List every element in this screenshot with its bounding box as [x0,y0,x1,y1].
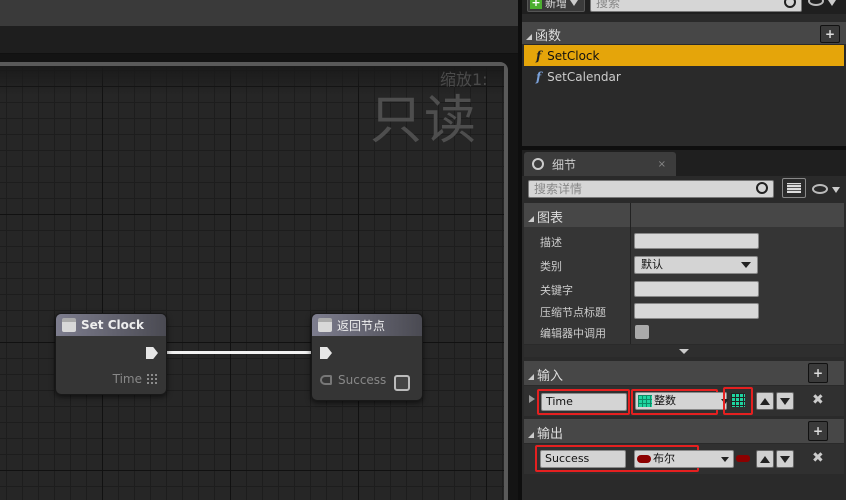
grid-icon [146,373,158,385]
details-search-input[interactable]: 搜索详情 [528,180,774,198]
remove-output-icon[interactable]: ✖ [812,450,824,466]
add-input-button[interactable]: + [808,363,828,383]
exec-out-pin[interactable] [146,347,158,359]
grid-view-button[interactable] [782,178,806,198]
category-value: 默认 [641,258,663,271]
new-button-label: 新增 [545,0,567,10]
output-name-field[interactable]: Success [540,450,626,468]
search-input[interactable]: 搜索 [590,0,802,12]
chevron-down-icon [741,262,751,268]
node-return[interactable]: 返回节点 Success [311,313,423,401]
call-in-editor-checkbox[interactable] [635,325,649,339]
chevron-down-icon[interactable] [828,0,836,6]
inputs-section-label: 输入 [537,369,564,384]
add-function-button[interactable]: + [820,25,840,43]
success-pin-label: Success [338,373,387,387]
side-panel: + 新增 搜索 函数 + f SetClock f SetCalendar 细节… [522,0,846,500]
collapse-arrow-icon [528,432,534,438]
prop-compact-title-label: 压缩节点标题 [540,306,606,319]
graph-section-label: 图表 [537,211,564,226]
magnifier-icon[interactable] [756,182,768,194]
array-grid-icon[interactable] [731,393,745,407]
tab-details-label: 细节 [552,157,577,172]
graph-toolbar [0,0,518,26]
node-set-clock-title: Set Clock [81,318,144,332]
success-checkbox[interactable] [394,375,410,391]
functions-header[interactable]: 函数 [522,22,846,44]
readonly-watermark: 只读 [370,91,479,151]
node-return-title: 返回节点 [337,318,386,333]
input-type-dropdown[interactable]: 整数 [635,392,727,410]
chevron-down-icon[interactable] [832,187,840,193]
function-item-setclock[interactable]: f SetClock [524,45,844,66]
add-output-button[interactable]: + [808,421,828,441]
remove-input-icon[interactable]: ✖ [812,392,824,408]
output-type-label: 布尔 [653,452,675,465]
graph-section-header[interactable]: 图表 [524,203,844,227]
outputs-section-header[interactable]: 输出 [524,419,844,443]
category-dropdown[interactable]: 默认 [634,256,758,274]
time-pin-row: Time [113,372,158,386]
description-field[interactable] [634,233,759,249]
function-item-label: SetClock [547,48,600,63]
function-node-icon [318,318,332,332]
move-down-button[interactable] [776,450,794,468]
chevron-down-icon [570,0,578,6]
up-arrow-icon [760,397,770,405]
collapse-arrow-icon [528,374,534,380]
bool-container-icon[interactable] [736,455,750,462]
move-up-button[interactable] [756,450,774,468]
graph-canvas[interactable]: 缩放1: 只读 [0,62,508,500]
expand-arrow-icon [679,348,689,354]
prop-category-label: 类别 [540,260,562,273]
props-divider [630,203,631,344]
down-arrow-icon [780,455,790,463]
functions-header-label: 函数 [535,29,562,44]
function-item-label: SetCalendar [547,69,621,84]
move-up-button[interactable] [756,392,774,410]
int-type-icon [638,395,652,407]
outputs-section-label: 输出 [537,427,564,442]
exec-in-pin[interactable] [320,347,332,359]
move-down-button[interactable] [776,392,794,410]
panel-separator[interactable] [522,146,846,150]
function-item-setcalendar[interactable]: f SetCalendar [524,66,844,87]
bool-type-icon [637,455,651,463]
plus-icon: + [530,0,542,9]
inputs-section-header[interactable]: 输入 [524,361,844,385]
details-icon [532,158,544,170]
input-type-label: 整数 [654,394,676,407]
advanced-expand-button[interactable] [524,345,844,357]
blueprint-graph: 缩放1: 只读 Set Clock Time 返回节点 Success [0,0,518,500]
prop-call-in-editor-label: 编辑器中调用 [540,327,606,340]
up-arrow-icon [760,455,770,463]
compact-title-field[interactable] [634,303,759,319]
keywords-field[interactable] [634,281,759,297]
expand-row-icon[interactable] [529,395,535,403]
chevron-down-icon [721,456,729,462]
collapse-arrow-icon [528,216,534,222]
exec-wire [163,351,315,354]
close-icon[interactable]: × [658,159,666,170]
tab-details[interactable]: 细节 × [524,152,676,176]
time-pin-label: Time [112,372,142,386]
new-button[interactable]: + 新增 [527,0,585,12]
function-icon: f [536,48,542,63]
prop-keywords-label: 关键字 [540,284,573,297]
down-arrow-icon [780,397,790,405]
panel-splitter[interactable] [518,0,522,500]
node-set-clock-header: Set Clock [56,314,166,336]
function-node-icon [62,318,76,332]
input-name-field[interactable]: Time [541,393,627,411]
collapse-arrow-icon [526,34,532,40]
function-icon: f [536,69,542,84]
output-type-dropdown[interactable]: 布尔 [634,450,734,468]
prop-description-label: 描述 [540,236,562,249]
eye-icon[interactable] [812,184,828,194]
node-set-clock[interactable]: Set Clock Time [55,313,167,395]
node-return-header: 返回节点 [312,314,422,336]
bool-pin-icon[interactable] [320,375,332,385]
success-pin-row: Success [320,373,386,387]
graph-tab-bar [0,26,518,54]
